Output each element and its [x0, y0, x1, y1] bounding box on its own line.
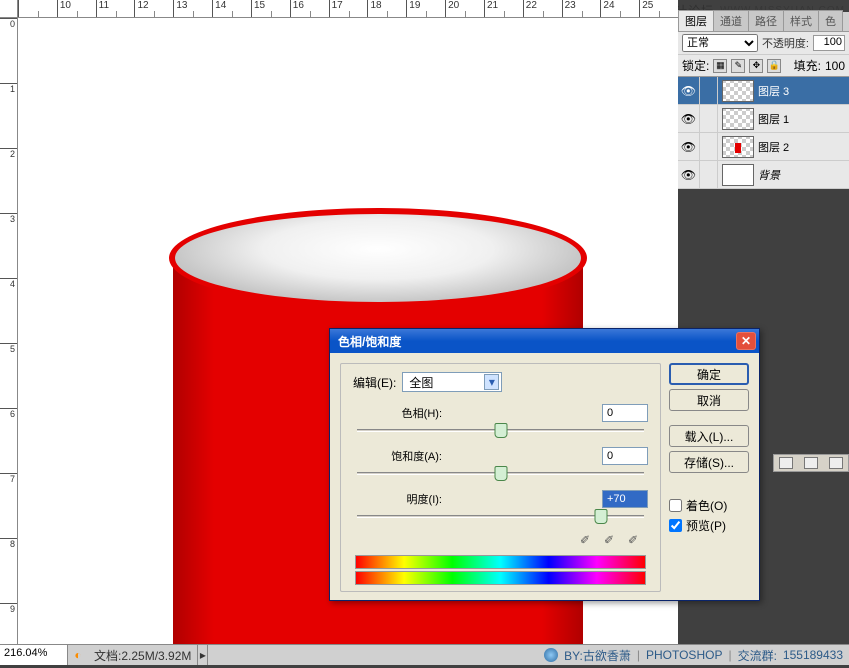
saturation-slider[interactable] — [357, 466, 644, 484]
layer-name: 图层 2 — [758, 139, 789, 155]
preview-check[interactable]: 预览(P) — [669, 517, 749, 534]
tab-layers[interactable]: 图层 — [678, 10, 714, 31]
colorize-check[interactable]: 着色(O) — [669, 497, 749, 514]
link-col[interactable] — [700, 161, 718, 188]
credit-qun: 155189433 — [783, 648, 843, 662]
lock-label: 锁定: — [682, 57, 709, 74]
tab-paths[interactable]: 路径 — [748, 10, 784, 31]
footer-credit: BY:古欲香萧 | PHOTOSHOP | 交流群: 155189433 — [544, 647, 849, 664]
panel-icon-3[interactable] — [829, 457, 843, 469]
chevron-down-icon: ▾ — [484, 374, 499, 390]
zoom-field[interactable]: 216.04% — [0, 645, 68, 665]
layer-row-bg[interactable]: 👁 背景 — [678, 161, 849, 189]
layer-thumb[interactable] — [722, 108, 754, 130]
saturation-input[interactable] — [602, 447, 648, 465]
panel-tabs: 图层 通道 路径 样式 色 — [678, 12, 849, 32]
ok-button[interactable]: 确定 — [669, 363, 749, 385]
lightness-input[interactable] — [602, 490, 648, 508]
save-button[interactable]: 存储(S)... — [669, 451, 749, 473]
saturation-row: 饱和度(A): — [353, 447, 648, 484]
blend-mode-select[interactable]: 正常 — [682, 34, 758, 52]
cup-rim — [169, 208, 587, 308]
opacity-label: 不透明度: — [762, 35, 809, 51]
saturation-thumb[interactable] — [494, 466, 507, 481]
panel-icon-2[interactable] — [804, 457, 818, 469]
layer-row-layer-2[interactable]: 👁 图层 2 — [678, 133, 849, 161]
lock-move-icon[interactable]: ✥ — [749, 59, 763, 73]
layer-row-layer-3[interactable]: 👁 图层 3 — [678, 77, 849, 105]
doc-size[interactable]: 文档:2.25M/3.92M — [88, 647, 197, 664]
tab-channels[interactable]: 通道 — [713, 10, 749, 31]
footer-logo-icon — [544, 648, 558, 662]
hue-thumb[interactable] — [494, 423, 507, 438]
eyedropper-icon[interactable]: ✐ — [580, 533, 596, 549]
layer-thumb[interactable] — [722, 80, 754, 102]
status-bar: 216.04% ◐ 文档:2.25M/3.92M ▸ BY:古欲香萧 | PHO… — [0, 644, 849, 665]
dialog-title: 色相/饱和度 — [338, 333, 736, 350]
load-button[interactable]: 载入(L)... — [669, 425, 749, 447]
hue-strip-bottom — [355, 571, 646, 585]
fill-label: 填充: — [794, 57, 821, 74]
layer-name: 背景 — [758, 167, 780, 183]
ruler-horizontal[interactable]: 10111213141516171819202122232425 — [18, 0, 678, 18]
lightness-label: 明度(I): — [353, 491, 448, 507]
credit-by: BY:古欲香萧 — [564, 647, 631, 664]
link-col[interactable] — [700, 77, 718, 104]
visibility-icon[interactable]: 👁 — [678, 133, 700, 160]
layer-row-layer-1[interactable]: 👁 图层 1 — [678, 105, 849, 133]
link-col[interactable] — [700, 105, 718, 132]
layer-name: 图层 3 — [758, 83, 789, 99]
lock-row: 锁定: ▦ ✎ ✥ 🔒 填充: 100 — [678, 55, 849, 77]
layer-name: 图层 1 — [758, 111, 789, 127]
saturation-label: 饱和度(A): — [353, 448, 448, 464]
edit-label: 编辑(E): — [353, 374, 396, 391]
edit-value: 全图 — [409, 374, 433, 391]
opacity-value[interactable]: 100 — [813, 35, 845, 51]
eyedropper-row: ✐ ✐ ✐ — [353, 533, 644, 549]
layer-thumb[interactable] — [722, 164, 754, 186]
lightness-thumb[interactable] — [594, 509, 607, 524]
fill-value[interactable]: 100 — [825, 59, 845, 73]
credit-app: PHOTOSHOP — [646, 648, 722, 662]
status-icon[interactable]: ◐ — [68, 648, 88, 662]
visibility-icon[interactable]: 👁 — [678, 161, 700, 188]
hue-saturation-dialog: 色相/饱和度 ✕ 编辑(E): 全图 ▾ 色相(H): — [329, 328, 760, 601]
sliders-group: 编辑(E): 全图 ▾ 色相(H): 饱和度(A): — [340, 363, 661, 592]
ruler-vertical[interactable]: 0123456789 — [0, 18, 18, 644]
layers-panel: 图层 通道 路径 样式 色 正常 不透明度: 100 锁定: ▦ ✎ ✥ 🔒 填… — [678, 12, 849, 189]
panel-icon-1[interactable] — [779, 457, 793, 469]
hue-label: 色相(H): — [353, 405, 448, 421]
cancel-button[interactable]: 取消 — [669, 389, 749, 411]
lock-all-icon[interactable]: 🔒 — [767, 59, 781, 73]
credit-qun-label: 交流群: — [738, 647, 777, 664]
dialog-checks: 着色(O) 预览(P) — [669, 497, 749, 537]
visibility-icon[interactable]: 👁 — [678, 77, 700, 104]
hue-slider[interactable] — [357, 423, 644, 441]
lightness-slider[interactable] — [357, 509, 644, 527]
lightness-row: 明度(I): — [353, 490, 648, 527]
tab-color[interactable]: 色 — [818, 10, 843, 31]
dialog-buttons: 确定 取消 载入(L)... 存储(S)... 着色(O) 预览(P) — [669, 363, 749, 592]
layers-list: 👁 图层 3 👁 图层 1 👁 图层 2 👁 背景 — [678, 77, 849, 189]
hue-row: 色相(H): — [353, 404, 648, 441]
visibility-icon[interactable]: 👁 — [678, 105, 700, 132]
tab-styles[interactable]: 样式 — [783, 10, 819, 31]
status-chevron-icon[interactable]: ▸ — [197, 645, 208, 665]
eyedropper-sub-icon[interactable]: ✐ — [628, 533, 644, 549]
hue-input[interactable] — [602, 404, 648, 422]
hue-strip-top — [355, 555, 646, 569]
layer-thumb[interactable] — [722, 136, 754, 158]
close-icon[interactable]: ✕ — [736, 332, 756, 350]
edit-row: 编辑(E): 全图 ▾ — [353, 372, 648, 392]
blend-opacity-row: 正常 不透明度: 100 — [678, 32, 849, 55]
lock-paint-icon[interactable]: ✎ — [731, 59, 745, 73]
ruler-origin[interactable] — [0, 0, 18, 18]
edit-select[interactable]: 全图 ▾ — [402, 372, 502, 392]
link-col[interactable] — [700, 133, 718, 160]
eyedropper-add-icon[interactable]: ✐ — [604, 533, 620, 549]
panel-footer-icons — [773, 454, 849, 472]
dialog-titlebar[interactable]: 色相/饱和度 ✕ — [330, 329, 759, 353]
lock-trans-icon[interactable]: ▦ — [713, 59, 727, 73]
